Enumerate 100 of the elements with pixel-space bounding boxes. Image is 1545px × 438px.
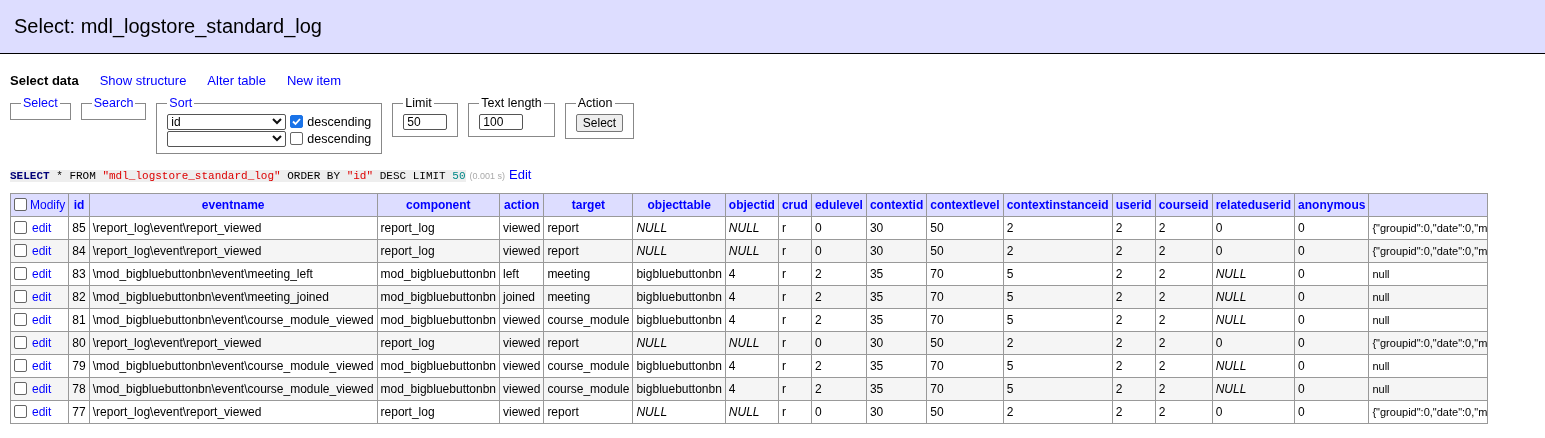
table-cell: 4 bbox=[728, 313, 736, 327]
table-cell: r bbox=[781, 290, 786, 304]
table-cell: 2 bbox=[1115, 313, 1123, 327]
table-cell: joined bbox=[503, 290, 536, 304]
table-cell: mod_bigbluebuttonbn bbox=[380, 290, 496, 304]
edit-link[interactable]: edit bbox=[32, 244, 52, 258]
sort-dropdown[interactable] bbox=[167, 130, 287, 147]
table-cell: 80 bbox=[72, 336, 86, 350]
select-legend-link[interactable]: Select bbox=[23, 96, 58, 110]
table-cell: {"groupid":0,"date":0,"m bbox=[1372, 222, 1488, 234]
table-cell: 35 bbox=[869, 290, 884, 304]
table-cell: mod_bigbluebuttonbn bbox=[380, 267, 496, 281]
current-tab[interactable]: Select data bbox=[10, 73, 79, 88]
table-cell: 2 bbox=[1158, 244, 1166, 258]
query-time: (0.001 s) bbox=[469, 171, 506, 181]
table-cell: NULL bbox=[728, 244, 760, 258]
table-cell: NULL bbox=[636, 244, 668, 258]
nav-link[interactable]: Show structure bbox=[99, 73, 187, 88]
table-cell: 2 bbox=[1006, 244, 1014, 258]
row-checkbox[interactable] bbox=[14, 382, 27, 395]
table-cell: {"groupid":0,"date":0,"m bbox=[1372, 406, 1488, 418]
nav-link[interactable]: New item bbox=[286, 73, 342, 88]
table-cell: mod_bigbluebuttonbn bbox=[380, 382, 496, 396]
nav-link[interactable]: Alter table bbox=[207, 73, 266, 88]
checkbox-label: descending bbox=[307, 131, 372, 146]
table-cell: bigbluebuttonbn bbox=[636, 382, 722, 396]
table-cell: r bbox=[781, 244, 786, 258]
edit-link[interactable]: edit bbox=[32, 290, 52, 304]
table-cell: report bbox=[547, 405, 579, 419]
edit-link[interactable]: edit bbox=[32, 336, 52, 350]
table-cell: 30 bbox=[869, 336, 884, 350]
text-length-input[interactable]: 100 bbox=[479, 114, 524, 130]
row-checkbox[interactable] bbox=[14, 313, 27, 326]
table-cell: 35 bbox=[869, 382, 884, 396]
table-cell: r bbox=[781, 405, 786, 419]
edit-link[interactable]: edit bbox=[32, 313, 52, 327]
descending-checkbox[interactable] bbox=[290, 132, 304, 145]
row-checkbox[interactable] bbox=[14, 221, 27, 234]
checkbox-label: descending bbox=[307, 114, 372, 129]
row-checkbox[interactable] bbox=[14, 244, 27, 257]
table-cell: 2 bbox=[814, 313, 822, 327]
table-cell: NULL bbox=[1215, 267, 1247, 281]
table-cell: 2 bbox=[1158, 336, 1166, 350]
row-checkbox[interactable] bbox=[14, 405, 27, 418]
table-cell: 2 bbox=[1158, 382, 1166, 396]
table-cell: 0 bbox=[814, 244, 822, 258]
table-cell: meeting bbox=[547, 267, 591, 281]
table-cell: 70 bbox=[930, 267, 944, 281]
table-cell: 83 bbox=[72, 267, 86, 281]
table-cell: 2 bbox=[1115, 290, 1123, 304]
table-cell: 2 bbox=[1158, 221, 1166, 235]
edit-link[interactable]: edit bbox=[32, 359, 52, 373]
table-cell: 2 bbox=[1158, 313, 1166, 327]
table-cell: r bbox=[781, 267, 786, 281]
descending-checkbox[interactable] bbox=[290, 115, 304, 128]
column-header[interactable]: eventname bbox=[201, 198, 265, 212]
row-checkbox[interactable] bbox=[14, 336, 27, 349]
table-cell: bigbluebuttonbn bbox=[636, 290, 722, 304]
table-cell: 5 bbox=[1006, 267, 1014, 281]
table-cell: NULL bbox=[728, 221, 760, 235]
table-cell: 0 bbox=[814, 336, 822, 350]
limit-input[interactable]: 50 bbox=[403, 114, 448, 130]
table-cell: null bbox=[1372, 291, 1390, 303]
table-cell: \report_log\event\report_viewed bbox=[92, 244, 262, 258]
table-cell: 4 bbox=[728, 382, 736, 396]
row-checkbox[interactable] bbox=[14, 290, 27, 303]
select-button[interactable]: Select bbox=[575, 114, 624, 132]
table-cell: 2 bbox=[1006, 336, 1014, 350]
table-cell: 2 bbox=[1158, 405, 1166, 419]
table-cell: null bbox=[1372, 314, 1390, 326]
sort-legend-link[interactable]: Sort bbox=[169, 96, 193, 110]
chevron-down-icon bbox=[272, 135, 283, 142]
table-cell: 2 bbox=[1006, 221, 1014, 235]
search-legend-link[interactable]: Search bbox=[93, 96, 134, 110]
table-cell: 5 bbox=[1006, 359, 1014, 373]
table-cell: 0 bbox=[1298, 405, 1305, 419]
row-checkbox[interactable] bbox=[14, 359, 27, 372]
table-cell: 2 bbox=[1115, 244, 1123, 258]
table-cell: 2 bbox=[1158, 267, 1166, 281]
table-cell: 70 bbox=[930, 359, 944, 373]
table-cell: 0 bbox=[814, 405, 822, 419]
edit-link[interactable]: edit bbox=[32, 405, 52, 419]
table-cell: 0 bbox=[1298, 336, 1305, 350]
table-cell: 0 bbox=[1298, 290, 1305, 304]
edit-link[interactable]: Edit bbox=[509, 167, 532, 182]
table-cell: report_log bbox=[380, 405, 435, 419]
table-cell: 2 bbox=[1115, 336, 1123, 350]
select-all-checkbox[interactable] bbox=[14, 198, 27, 211]
table-cell: report_log bbox=[380, 244, 435, 258]
edit-link[interactable]: edit bbox=[32, 382, 52, 396]
sort-dropdown[interactable]: id bbox=[167, 113, 287, 130]
table-cell: viewed bbox=[503, 336, 541, 350]
table-cell: viewed bbox=[503, 382, 541, 396]
table-cell: {"groupid":0,"date":0,"m bbox=[1372, 337, 1488, 349]
table-cell: \mod_bigbluebuttonbn\event\meeting_joined bbox=[92, 290, 329, 304]
edit-link[interactable]: edit bbox=[32, 267, 52, 281]
table-cell: \report_log\event\report_viewed bbox=[92, 405, 262, 419]
edit-link[interactable]: edit bbox=[32, 221, 52, 235]
table-cell: 2 bbox=[1115, 405, 1123, 419]
row-checkbox[interactable] bbox=[14, 267, 27, 280]
